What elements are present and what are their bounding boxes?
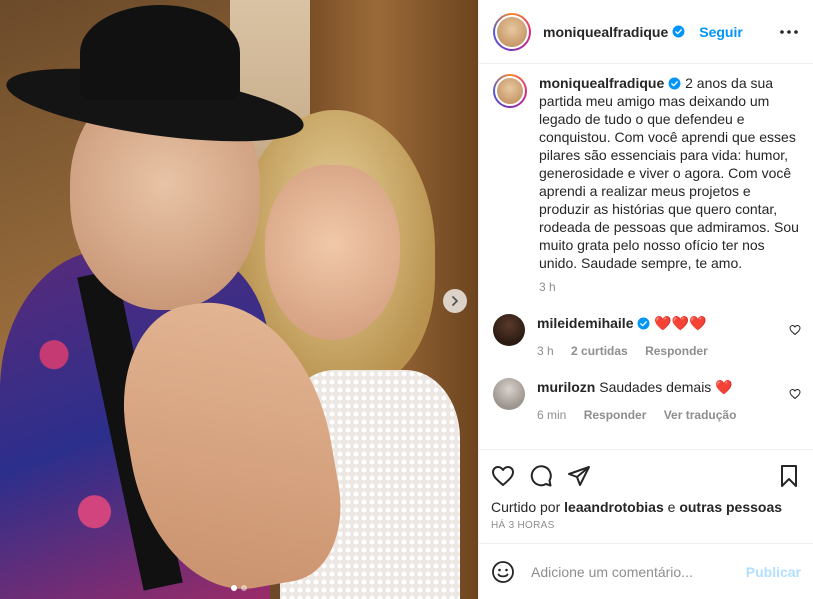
follow-button[interactable]: Seguir — [699, 24, 743, 40]
verified-badge-icon — [638, 317, 650, 330]
translate-button[interactable]: Ver tradução — [664, 408, 737, 422]
instagram-post-modal: moniquealfradique Seguir moniquealfradiq… — [0, 0, 813, 599]
heart-icon[interactable] — [491, 464, 515, 488]
comment-text: Saudades demais ❤️ — [599, 379, 733, 395]
chevron-right-icon — [452, 296, 458, 306]
likes-prefix: Curtido por — [491, 499, 561, 515]
bookmark-icon[interactable] — [777, 464, 801, 488]
liker-username[interactable]: leaandrotobias — [564, 499, 664, 515]
comment-item: murilozn Saudades demais ❤️ 6 min Respon… — [493, 378, 801, 422]
post-photo[interactable] — [0, 0, 478, 599]
add-comment-bar: Publicar — [479, 543, 813, 599]
avatar[interactable] — [493, 314, 525, 346]
carousel-indicators — [0, 585, 478, 591]
caption-username[interactable]: moniquealfradique — [539, 75, 664, 91]
next-photo-button[interactable] — [443, 289, 467, 313]
caption-text: 2 anos da sua partida meu amigo mas deix… — [539, 75, 799, 271]
verified-badge-icon — [672, 25, 685, 38]
post-actions: Curtido por leaandrotobias e outras pess… — [479, 449, 813, 543]
comment-text: ❤️❤️❤️ — [654, 315, 707, 331]
carousel-dot — [231, 585, 237, 591]
post-side-panel: moniquealfradique Seguir moniquealfradiq… — [478, 0, 813, 599]
more-options-button[interactable] — [777, 20, 801, 44]
likes-summary: Curtido por leaandrotobias e outras pess… — [491, 498, 801, 516]
comments-section[interactable]: moniquealfradique 2 anos da sua partida … — [479, 64, 813, 449]
more-options-icon — [780, 29, 798, 34]
likes-others[interactable]: outras pessoas — [679, 499, 782, 515]
post-caption: moniquealfradique 2 anos da sua partida … — [493, 74, 801, 294]
caption-time: 3 h — [539, 280, 556, 294]
post-timestamp: HÁ 3 HORAS — [491, 520, 555, 531]
action-icons — [491, 456, 801, 496]
avatar[interactable] — [493, 378, 525, 410]
avatar[interactable] — [493, 12, 531, 51]
comment-username[interactable]: murilozn — [537, 379, 595, 395]
comment-item: mileidemihaile ❤️❤️❤️ 3 h 2 curtidas Res… — [493, 314, 801, 358]
reply-button[interactable]: Responder — [645, 344, 708, 358]
likes-connector: e — [667, 499, 676, 515]
comment-input[interactable] — [531, 563, 746, 580]
comment-time: 3 h — [537, 344, 554, 358]
comment-time: 6 min — [537, 408, 567, 422]
comment-icon[interactable] — [529, 464, 553, 488]
emoji-icon[interactable] — [491, 560, 515, 584]
comment-likes-count[interactable]: 2 curtidas — [571, 344, 628, 358]
carousel-dot — [241, 585, 247, 591]
reply-button[interactable]: Responder — [584, 408, 647, 422]
photo-hat — [2, 5, 308, 156]
photo-face-right — [265, 165, 400, 340]
post-header: moniquealfradique Seguir — [479, 0, 813, 64]
share-icon[interactable] — [567, 464, 591, 488]
comment-like-icon[interactable] — [789, 388, 801, 400]
comment-like-icon[interactable] — [789, 324, 801, 336]
publish-button[interactable]: Publicar — [746, 564, 801, 580]
comment-username[interactable]: mileidemihaile — [537, 315, 633, 331]
verified-badge-icon — [668, 77, 681, 90]
header-username[interactable]: moniquealfradique — [543, 24, 668, 40]
avatar[interactable] — [493, 74, 527, 108]
